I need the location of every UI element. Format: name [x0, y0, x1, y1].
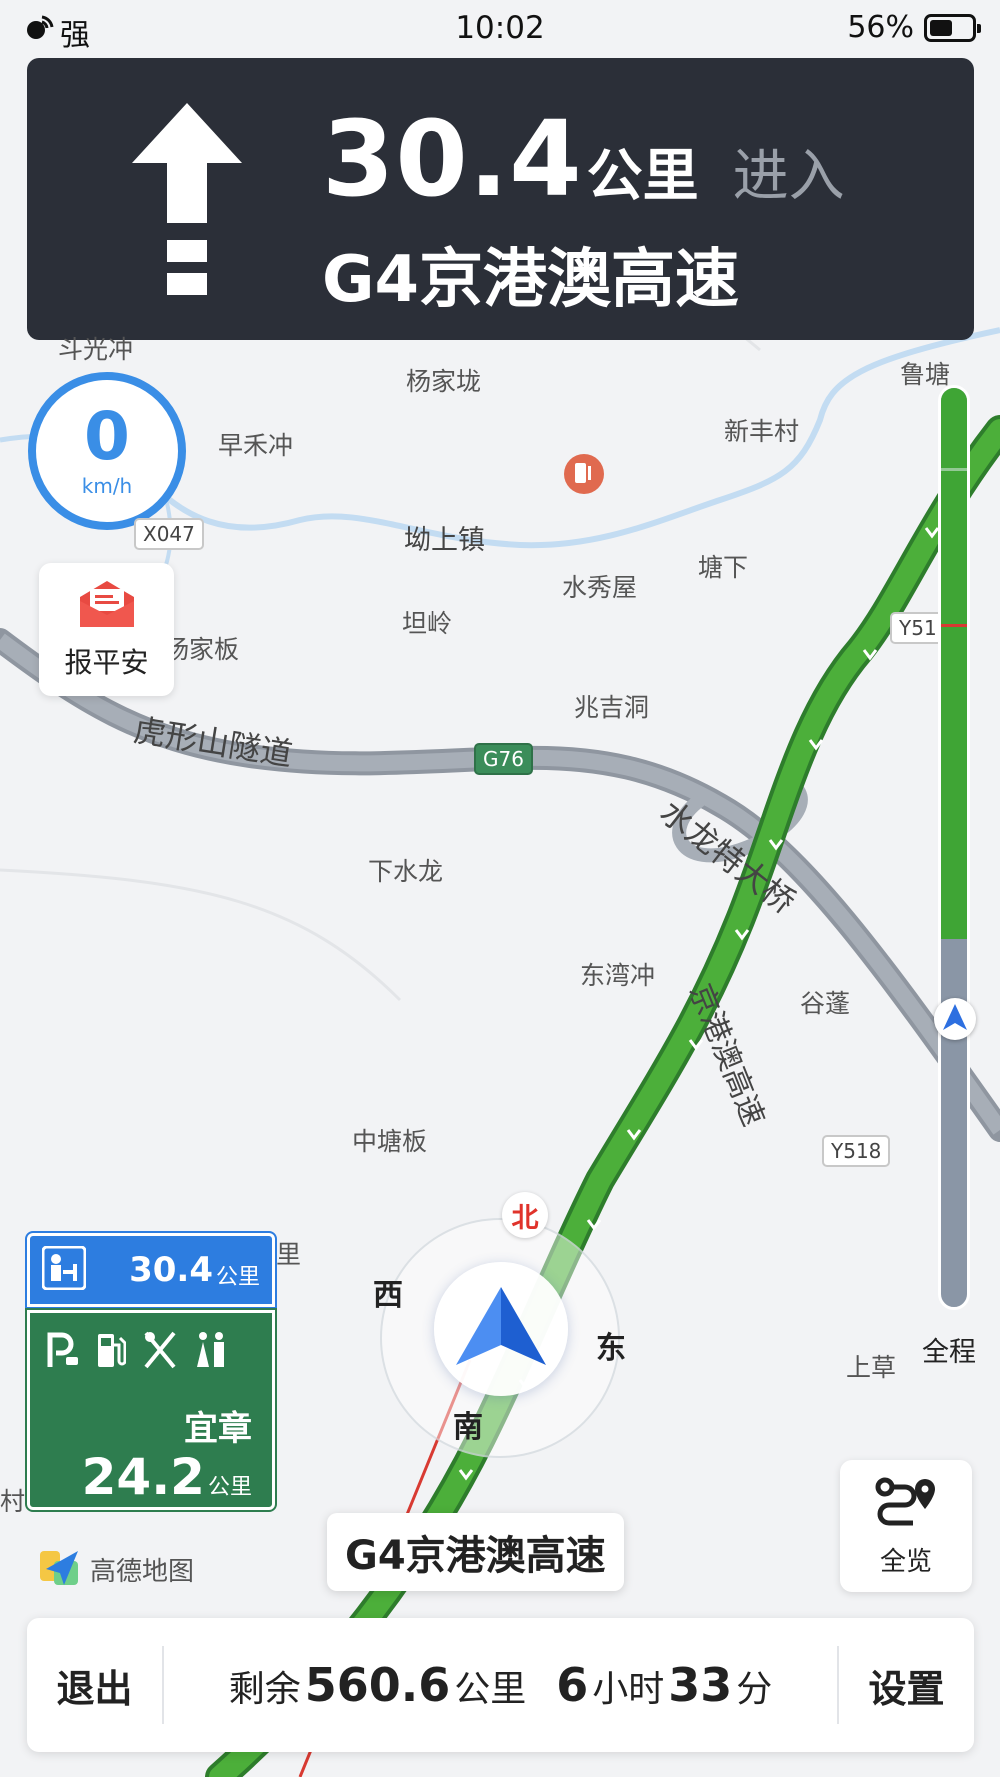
trip-progress-bar: [938, 385, 970, 1310]
place-label: 早禾冲: [218, 431, 294, 460]
service-area-facilities: [46, 1331, 228, 1373]
place-label: 兆吉洞: [574, 693, 650, 722]
place-label: 谷蓬: [800, 989, 851, 1018]
place-label: 坳上镇: [404, 525, 485, 556]
service-area-name: 宜章: [184, 1409, 252, 1449]
overview-label: 全览: [879, 1546, 932, 1577]
guidance-distance: 30.4 公里 进入: [322, 98, 845, 220]
remaining-prefix: 剩余: [228, 1669, 301, 1710]
compass-south: 南: [453, 1410, 483, 1445]
guidance-action: 进入: [732, 144, 845, 209]
service-area-next-distance: 24.2 公里: [82, 1448, 252, 1506]
speedometer: 0 km/h: [28, 372, 186, 530]
parking-icon: [46, 1331, 80, 1373]
progress-label: 全程: [922, 1337, 976, 1368]
battery-fill: [930, 19, 953, 36]
fuel-icon: [96, 1331, 127, 1373]
current-location[interactable]: [434, 1262, 568, 1396]
guidance-distance-unit: 公里: [586, 144, 699, 209]
overview-button[interactable]: 全览: [840, 1460, 972, 1592]
gas-station-poi: [564, 454, 604, 494]
straight-arrow-icon: [132, 103, 242, 307]
speed-value: 0: [84, 398, 130, 475]
restaurant-icon: [142, 1331, 178, 1373]
place-label: 中塘板: [352, 1127, 428, 1156]
remaining-minutes-unit: 分: [736, 1669, 773, 1710]
place-label: 村: [0, 1487, 26, 1516]
amap-logo-icon: [38, 1545, 82, 1593]
bottom-bar: 退出 剩余 560.6 公里 6 小时 33 分 设置: [27, 1618, 974, 1752]
place-label: 鲁塘: [900, 360, 951, 389]
service-area-next-distance-unit: 公里: [207, 1475, 252, 1500]
progress-segment-marker: [941, 468, 967, 471]
report-safe-label: 报平安: [64, 645, 149, 679]
progress-jam-marker: [941, 624, 967, 627]
road-shield: X047: [134, 518, 204, 550]
place-label: 杨家垅: [406, 367, 482, 396]
place-label: 下水龙: [368, 857, 444, 886]
compass-west: 西: [373, 1278, 403, 1313]
road-shield: G76: [474, 743, 533, 775]
remaining-hours-unit: 小时: [592, 1669, 665, 1710]
place-label: 斗光冲: [58, 335, 134, 364]
place-label: 新丰村: [724, 417, 800, 446]
service-area-icon: [41, 1245, 87, 1294]
battery-indicator: 56%: [847, 10, 981, 45]
remaining-minutes: 33: [668, 1658, 733, 1712]
amap-logo-text: 高德地图: [90, 1556, 195, 1587]
remaining-distance-unit: 公里: [454, 1669, 527, 1710]
place-label: 上草: [846, 1353, 897, 1382]
battery-icon: [924, 13, 981, 42]
settings-button[interactable]: 设置: [839, 1658, 974, 1713]
envelope-icon: [78, 579, 136, 633]
report-safe-button[interactable]: 报平安: [39, 563, 174, 696]
place-label: 杨家板: [164, 635, 240, 664]
place-label: 里: [276, 1240, 302, 1269]
exit-button[interactable]: 退出: [27, 1658, 162, 1713]
status-bar: 强 10:02 56%: [0, 0, 1000, 56]
service-area-header: 30.4 公里: [25, 1231, 277, 1309]
guidance-banner[interactable]: 30.4 公里 进入 G4京港澳高速: [27, 58, 974, 340]
compass-north: 北: [502, 1192, 548, 1238]
guidance-road: G4京港澳高速: [322, 243, 740, 317]
place-label: 水秀屋: [562, 573, 638, 602]
place-label: 东湾冲: [580, 961, 656, 990]
service-area-next-distance-value: 24.2: [81, 1448, 205, 1506]
restroom-icon: [194, 1331, 228, 1373]
service-area-sign[interactable]: 30.4 公里 宜章 24.2 公里: [25, 1231, 277, 1512]
remaining-hours: 6: [556, 1658, 589, 1712]
service-area-distance-unit: 公里: [215, 1265, 260, 1290]
compass-east: 东: [596, 1331, 626, 1366]
battery-percent: 56%: [847, 10, 914, 45]
current-road-label: G4京港澳高速: [327, 1513, 624, 1591]
place-label: 塘下: [698, 553, 749, 582]
place-label: 坦岭: [402, 609, 453, 638]
service-area-next: 宜章 24.2 公里: [25, 1308, 277, 1512]
road-shield: Y518: [822, 1135, 891, 1167]
navigation-arrow-icon: [456, 1287, 546, 1371]
service-area-distance: 30.4: [129, 1250, 213, 1290]
progress-position-marker: [934, 998, 976, 1040]
navigation-arrow-icon: [943, 1004, 967, 1034]
remaining-distance: 560.6: [304, 1658, 451, 1712]
guidance-distance-value: 30.4: [322, 98, 583, 220]
speed-unit: km/h: [81, 474, 133, 498]
route-overview-icon: [873, 1475, 939, 1531]
trip-remaining-info: 剩余 560.6 公里 6 小时 33 分: [164, 1658, 837, 1712]
amap-logo: 高德地图: [38, 1545, 194, 1593]
